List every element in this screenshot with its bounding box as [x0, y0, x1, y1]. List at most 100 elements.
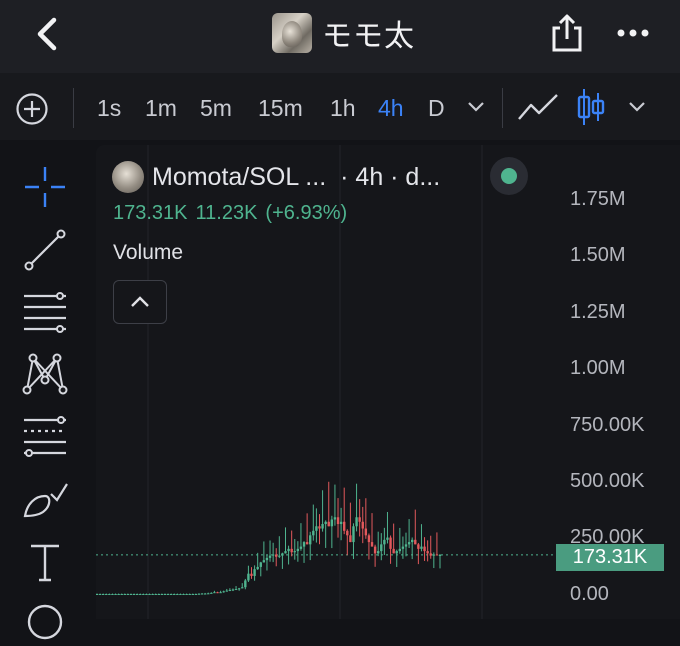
candle-body [423, 546, 426, 552]
brush-icon[interactable] [21, 476, 69, 524]
candle-body [151, 594, 154, 595]
candle-body [117, 594, 120, 595]
candle-body [327, 521, 330, 527]
candle-body [129, 594, 133, 595]
timeframe-15m[interactable]: 15m [258, 93, 303, 123]
indicator-label: Volume [113, 241, 184, 264]
candle-body [207, 593, 210, 595]
shape-icon[interactable] [21, 598, 69, 646]
candle-body [154, 594, 157, 595]
candle-body [237, 588, 241, 590]
symbol-label: Momota/SOL ... [152, 162, 327, 191]
timeframe-5m[interactable]: 5m [200, 93, 232, 123]
interval-label: · 4h · d... [340, 162, 441, 191]
candle-body [410, 539, 414, 543]
candle-body [376, 551, 380, 554]
share-icon[interactable] [548, 12, 586, 54]
candle-body [194, 594, 198, 595]
candle-body [401, 546, 405, 549]
candle-body [302, 542, 306, 547]
candle-body [293, 551, 296, 553]
candle-body [250, 573, 253, 576]
status-dot [501, 168, 517, 184]
horizontal-lines-icon[interactable] [21, 288, 69, 336]
candle-body [135, 594, 139, 595]
candle-body [169, 594, 173, 595]
y-axis-tick: 750.00K [570, 414, 645, 436]
timeframe-1h[interactable]: 1h [330, 93, 356, 123]
candle-body [278, 555, 281, 557]
y-axis-tick: 0.00 [570, 583, 609, 605]
candle-body [123, 594, 127, 595]
candle-body [101, 594, 105, 595]
timeframe-d[interactable]: D [428, 93, 445, 123]
candle-body [132, 594, 136, 595]
candle-body [188, 594, 191, 595]
candle-body [182, 594, 185, 595]
timeframe-dropdown-icon[interactable] [466, 98, 486, 114]
toolbar-divider [73, 88, 74, 128]
chart-type-dropdown-icon[interactable] [627, 98, 647, 114]
candle-body [435, 554, 439, 556]
price-summary: 173.31K 11.23K (+6.93%) [113, 202, 355, 225]
candle-body [318, 526, 321, 529]
candle-body [429, 553, 432, 556]
candle-body [259, 562, 262, 567]
page-title: モモ太 [322, 20, 415, 53]
candle-body [191, 594, 194, 595]
candle-body [256, 566, 259, 570]
token-avatar [272, 13, 312, 53]
candle-body [395, 551, 398, 554]
candle-body [309, 535, 312, 545]
toolbar-divider [502, 88, 503, 128]
market-status-indicator[interactable] [490, 157, 528, 195]
candle-body [386, 537, 389, 540]
candle-body [333, 517, 337, 520]
collapse-indicator-button[interactable] [113, 280, 167, 324]
line-chart-icon[interactable] [517, 91, 559, 123]
candle-body [197, 593, 201, 595]
title-group: モモ太 [272, 12, 415, 54]
candle-body [407, 542, 411, 545]
add-indicator-icon[interactable] [15, 92, 49, 126]
candle-body [213, 592, 216, 594]
candle-body [339, 521, 343, 525]
chart-legend[interactable]: Momota/SOL ... · 4h · d... [112, 159, 440, 195]
fib-levels-icon[interactable] [21, 412, 69, 460]
candle-body [253, 569, 256, 576]
last-price: 173.31K [113, 202, 188, 224]
candle-body [349, 535, 352, 543]
candle-body [185, 594, 188, 595]
timeframe-4h[interactable]: 4h [378, 93, 404, 123]
crosshair-icon[interactable] [21, 163, 69, 211]
candle-body [139, 594, 142, 595]
candlestick-icon[interactable] [576, 87, 606, 127]
candle-body [96, 594, 99, 595]
candle-body [336, 517, 340, 525]
timeframe-1m[interactable]: 1m [145, 93, 177, 123]
candle-body [432, 554, 436, 556]
timeframe-1s[interactable]: 1s [97, 93, 121, 123]
candle-body [114, 594, 117, 595]
candle-body [216, 592, 219, 594]
candle-body [358, 517, 361, 522]
candle-body [281, 553, 284, 556]
candle-body [414, 539, 417, 545]
text-tool-icon[interactable] [21, 538, 69, 586]
candle-body [271, 554, 275, 556]
back-button[interactable] [30, 14, 66, 54]
y-axis-tick: 1.50M [570, 244, 626, 266]
price-change: 11.23K [195, 202, 258, 224]
trend-line-icon[interactable] [21, 226, 69, 274]
candle-body [160, 594, 164, 595]
candle-body [241, 587, 244, 589]
candle-body [145, 594, 148, 595]
candle-body [287, 548, 290, 552]
candle-body [268, 555, 272, 558]
candle-body [244, 580, 247, 588]
candle-body [417, 544, 420, 549]
pattern-icon[interactable] [21, 350, 69, 398]
candle-body [355, 517, 358, 527]
candle-body [370, 542, 374, 547]
more-horizontal-icon[interactable] [614, 20, 652, 46]
